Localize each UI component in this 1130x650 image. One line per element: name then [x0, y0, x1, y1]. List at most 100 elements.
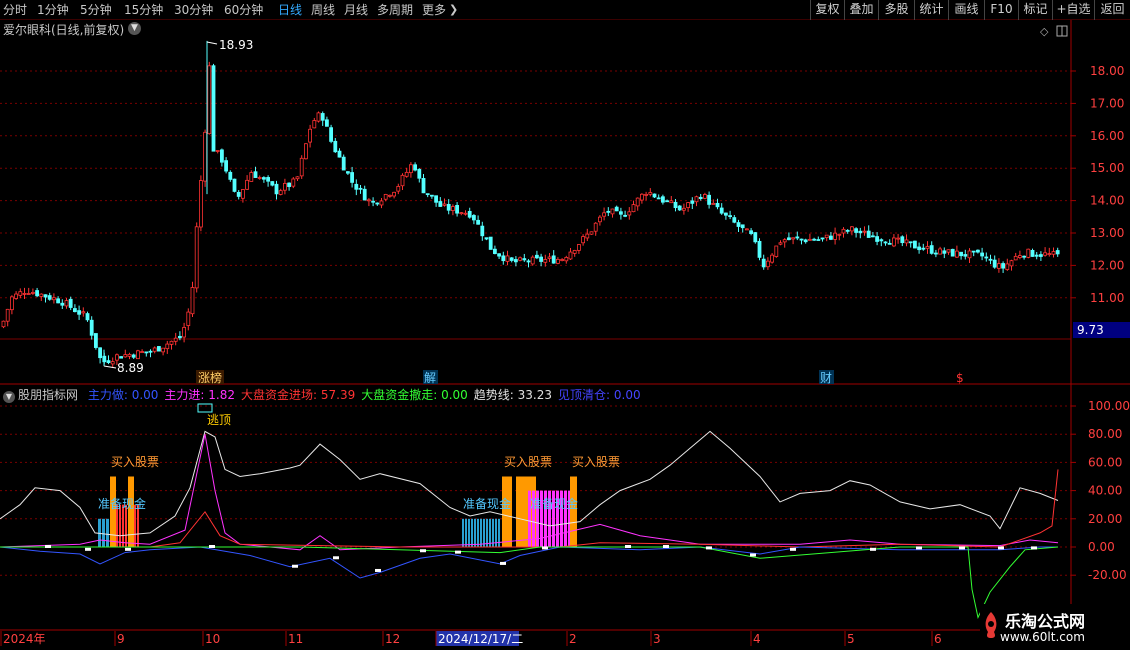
price-grid [0, 70, 1071, 299]
candle-down [488, 236, 493, 250]
kline-chart[interactable]: 18.00 17.00 16.00 15.00 14.00 13.00 12.00 11.00… [0, 0, 1130, 650]
candle-up [140, 351, 145, 353]
candle-down [749, 230, 753, 234]
candle-up [190, 287, 195, 315]
market-outflow-line [0, 546, 1059, 620]
candle-up [295, 176, 300, 180]
candle-up [186, 311, 191, 326]
candle-down [959, 251, 963, 257]
candle-up [291, 178, 296, 187]
candle-down [329, 127, 334, 142]
candle-up [115, 354, 119, 361]
candle-down [887, 242, 892, 245]
candle-down [509, 257, 514, 261]
candle-up [303, 143, 308, 160]
zero-line-marker [916, 546, 922, 550]
candle-up [257, 177, 262, 179]
buy-bar [128, 476, 134, 547]
candle-down [417, 168, 422, 179]
date-label: 10 [205, 632, 220, 646]
candle-up [169, 340, 174, 345]
candle-down [917, 246, 921, 251]
candle-down [522, 258, 527, 261]
candle-up [123, 354, 128, 358]
candle-up [669, 200, 674, 204]
candle-up [366, 199, 371, 202]
zero-line-marker [125, 547, 131, 551]
candle-down [900, 236, 905, 244]
candle-down [35, 290, 39, 297]
date-label: 12 [385, 632, 400, 646]
candle-down [908, 241, 913, 244]
price-tick-label: 14.00 [1090, 194, 1124, 208]
current-price-label: 9.73 [1077, 323, 1104, 337]
candle-down [274, 183, 279, 195]
candle-down [438, 201, 443, 207]
candle-down [60, 302, 65, 306]
cash-bar [483, 518, 485, 547]
candle-up [1005, 263, 1010, 270]
candle-up [316, 112, 321, 122]
candle-down [497, 253, 502, 257]
candle-down [971, 250, 976, 253]
candle-down [236, 191, 241, 197]
candle-up [644, 193, 648, 196]
candle-down [287, 182, 292, 187]
escape-top-marker [197, 403, 213, 413]
candle-down [799, 238, 804, 241]
cash-bar [468, 518, 470, 547]
candle-up [245, 179, 250, 190]
price-tick-label: 18.00 [1090, 64, 1124, 78]
candle-up [1026, 248, 1031, 258]
buy-bar-red [119, 504, 121, 547]
candle-up [392, 191, 397, 197]
candle-down [921, 247, 926, 250]
candle-up [278, 190, 283, 195]
event-label-cai: 财 [820, 371, 832, 385]
indicator-tick-label: 40.00 [1088, 484, 1122, 498]
candle-up [18, 291, 23, 296]
candle-down [446, 203, 451, 211]
candle-up [568, 251, 573, 260]
candle-up [152, 347, 157, 352]
chevron-down-icon[interactable]: ▼ [3, 391, 15, 403]
candle-down [106, 360, 111, 364]
cash-bar [465, 518, 467, 547]
indicator-field: 趋势线: 33.23 [473, 388, 553, 402]
candle-up [635, 197, 640, 207]
indicator-field: 见顶清仓: 0.00 [558, 388, 641, 402]
high-price-label: 18.93 [219, 38, 253, 52]
candle-up [778, 242, 783, 245]
candle-up [26, 293, 31, 295]
candle-down [514, 259, 518, 263]
indicator-tick-label: 0.00 [1088, 540, 1115, 554]
candle-down [320, 113, 325, 121]
candle-up [572, 250, 577, 254]
candle-up [5, 308, 10, 322]
candle-down [976, 249, 980, 253]
candle-up [694, 196, 699, 203]
candle-down [724, 212, 728, 216]
indicator-tick-label: 80.00 [1088, 427, 1122, 441]
candle-down [988, 258, 993, 261]
candle-up [249, 172, 254, 182]
price-tick-label: 17.00 [1090, 96, 1124, 110]
buy-bar [502, 476, 512, 547]
date-label: 6 [934, 632, 942, 646]
candle-down [232, 178, 237, 192]
candle-up [1009, 260, 1014, 267]
candle-down [787, 237, 791, 241]
indicator-field: 主力做: 0.00 [87, 388, 159, 402]
candle-down [812, 238, 816, 241]
indicator-name: 股朋指标网 [18, 388, 79, 402]
zero-line-marker [333, 556, 339, 560]
watermark-title: 乐淘公式网 [1005, 612, 1086, 631]
cash-bar [477, 518, 479, 547]
candle-up [396, 186, 401, 192]
candle-down [526, 260, 531, 263]
candle-down [871, 235, 875, 238]
buy-bar-red [122, 504, 124, 547]
candle-up [774, 245, 779, 257]
candle-down [803, 239, 808, 243]
event-label-dividend: $ [956, 371, 964, 385]
